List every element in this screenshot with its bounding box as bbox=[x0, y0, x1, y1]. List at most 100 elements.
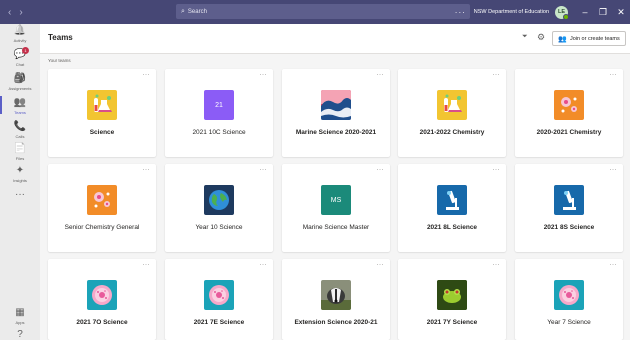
more-options-icon[interactable]: ··· bbox=[377, 167, 385, 173]
team-card[interactable]: ··· 2021 7O Science bbox=[48, 259, 156, 340]
team-card[interactable]: ··· 2021 7Y Science bbox=[398, 259, 506, 340]
more-options-icon[interactable]: ··· bbox=[143, 262, 151, 268]
search-input[interactable]: ⌕ Search bbox=[176, 4, 470, 19]
rail-item-label: Insights bbox=[13, 178, 27, 183]
team-card[interactable]: ··· 2021-2022 Chemistry bbox=[398, 69, 506, 157]
more-options-icon[interactable]: ··· bbox=[143, 72, 151, 78]
rail-item-activity[interactable]: 🔔 Activity bbox=[0, 25, 40, 44]
insights-icon: ✦ bbox=[15, 165, 25, 176]
team-card[interactable]: ··· Marine Science 2020-2021 bbox=[282, 69, 390, 157]
team-avatar bbox=[204, 185, 234, 215]
team-card[interactable]: ··· Science bbox=[48, 69, 156, 157]
join-or-create-teams-button[interactable]: 👥 Join or create teams bbox=[552, 31, 626, 46]
apps-icon: ▦ bbox=[15, 307, 25, 318]
team-avatar: 21 bbox=[204, 90, 234, 120]
nav-arrows: ‹ › bbox=[8, 7, 23, 18]
app-rail: 🔔 Activity 💬 Chat 1 🎒 Assignments 👥 Teams 📞 Calls 📄… bbox=[0, 24, 40, 340]
team-name: Marine Science 2020-2021 bbox=[295, 129, 377, 136]
phone-icon: 📞 bbox=[13, 121, 27, 132]
page-header: Teams ⏷ ⚙ 👥 Join or create teams bbox=[40, 24, 630, 54]
minimize-icon[interactable]: – bbox=[576, 7, 594, 17]
team-name: 2021 7Y Science bbox=[426, 319, 478, 326]
rail-item-label: Chat bbox=[15, 62, 25, 67]
team-avatar bbox=[87, 280, 117, 310]
more-options-icon[interactable]: ··· bbox=[143, 167, 151, 173]
back-arrow-icon[interactable]: ‹ bbox=[8, 7, 11, 18]
team-avatar bbox=[554, 90, 584, 120]
team-avatar bbox=[437, 185, 467, 215]
title-bar: ‹ › ⌕ Search ··· NSW Department of Educa… bbox=[0, 0, 630, 24]
rail-item-label: Activity bbox=[13, 38, 27, 43]
rail-item-assignments[interactable]: 🎒 Assignments bbox=[0, 73, 40, 92]
team-avatar bbox=[87, 185, 117, 215]
more-options-icon[interactable]: ··· bbox=[377, 72, 385, 78]
team-avatar bbox=[554, 185, 584, 215]
team-name: Year 7 Science bbox=[547, 319, 591, 326]
more-options-icon[interactable]: ··· bbox=[610, 72, 618, 78]
team-avatar bbox=[437, 90, 467, 120]
more-options-icon[interactable]: ··· bbox=[493, 72, 501, 78]
team-initials: MS bbox=[330, 196, 342, 204]
close-icon[interactable]: ✕ bbox=[612, 7, 630, 18]
team-initials: 21 bbox=[215, 101, 223, 109]
gear-icon[interactable]: ⚙ bbox=[537, 32, 545, 43]
team-avatar: MS bbox=[321, 185, 351, 215]
search-icon: ⌕ bbox=[181, 7, 185, 15]
people-add-icon: 👥 bbox=[558, 35, 567, 43]
file-icon: 📄 bbox=[13, 143, 27, 154]
rail-item-label: Teams bbox=[14, 110, 26, 115]
team-avatar bbox=[321, 280, 351, 310]
team-name: 2020-2021 Chemistry bbox=[536, 129, 602, 136]
rail-item-insights[interactable]: ✦ Insights bbox=[0, 165, 40, 184]
org-name: NSW Department of Education bbox=[473, 9, 549, 15]
team-card[interactable]: ··· 2021 7E Science bbox=[165, 259, 273, 340]
team-card[interactable]: ··· Year 10 Science bbox=[165, 164, 273, 252]
restore-icon[interactable]: ❐ bbox=[594, 7, 612, 18]
search-placeholder: Search bbox=[187, 8, 207, 15]
more-icon: ··· bbox=[15, 189, 25, 200]
team-name: 2021 7O Science bbox=[76, 319, 128, 326]
page-title: Teams bbox=[48, 33, 73, 42]
rail-item-calls[interactable]: 📞 Calls bbox=[0, 121, 40, 140]
more-options-icon[interactable]: ··· bbox=[260, 262, 268, 268]
team-name: 2021 8L Science bbox=[426, 224, 478, 231]
team-card[interactable]: ··· Year 7 Science bbox=[515, 259, 623, 340]
team-name: Extension Science 2020-21 bbox=[294, 319, 378, 326]
team-card[interactable]: ··· 2021 8L Science bbox=[398, 164, 506, 252]
team-card[interactable]: ··· 2020-2021 Chemistry bbox=[515, 69, 623, 157]
rail-item-apps[interactable]: ▦ Apps bbox=[0, 307, 40, 326]
forward-arrow-icon[interactable]: › bbox=[19, 7, 22, 18]
more-options-icon[interactable]: ··· bbox=[610, 262, 618, 268]
rail-item-help[interactable]: ? bbox=[0, 330, 40, 340]
more-options-icon[interactable]: ··· bbox=[610, 167, 618, 173]
team-avatar bbox=[204, 280, 234, 310]
team-card[interactable]: ··· Senior Chemistry General bbox=[48, 164, 156, 252]
rail-item-teams[interactable]: 👥 Teams bbox=[0, 96, 40, 115]
more-options-icon[interactable]: ··· bbox=[260, 167, 268, 173]
team-card[interactable]: ··· MS Marine Science Master bbox=[282, 164, 390, 252]
team-avatar bbox=[321, 90, 351, 120]
assignments-icon: 🎒 bbox=[13, 73, 27, 84]
rail-item-more[interactable]: ··· bbox=[0, 190, 40, 200]
more-options-icon[interactable]: ··· bbox=[493, 262, 501, 268]
team-name: 2021-2022 Chemistry bbox=[419, 129, 485, 136]
rail-item-files[interactable]: 📄 Files bbox=[0, 143, 40, 162]
team-name: 2021 10C Science bbox=[192, 129, 246, 136]
team-card[interactable]: ··· Extension Science 2020-21 bbox=[282, 259, 390, 340]
team-card[interactable]: ··· 21 2021 10C Science bbox=[165, 69, 273, 157]
team-name: Year 10 Science bbox=[195, 224, 243, 231]
team-card[interactable]: ··· 2021 8S Science bbox=[515, 164, 623, 252]
chat-icon: 💬 bbox=[13, 49, 27, 60]
team-name: Senior Chemistry General bbox=[64, 224, 140, 231]
rail-item-chat[interactable]: 💬 Chat 1 bbox=[0, 47, 40, 67]
team-avatar bbox=[437, 280, 467, 310]
more-options-icon[interactable]: ··· bbox=[455, 8, 466, 17]
more-options-icon[interactable]: ··· bbox=[493, 167, 501, 173]
team-name: 2021 7E Science bbox=[193, 319, 245, 326]
filter-icon[interactable]: ⏷ bbox=[522, 33, 528, 41]
bell-icon: 🔔 bbox=[13, 25, 27, 36]
more-options-icon[interactable]: ··· bbox=[260, 72, 268, 78]
more-options-icon[interactable]: ··· bbox=[377, 262, 385, 268]
avatar[interactable]: LE bbox=[555, 5, 569, 20]
rail-item-label: Apps bbox=[15, 320, 25, 325]
